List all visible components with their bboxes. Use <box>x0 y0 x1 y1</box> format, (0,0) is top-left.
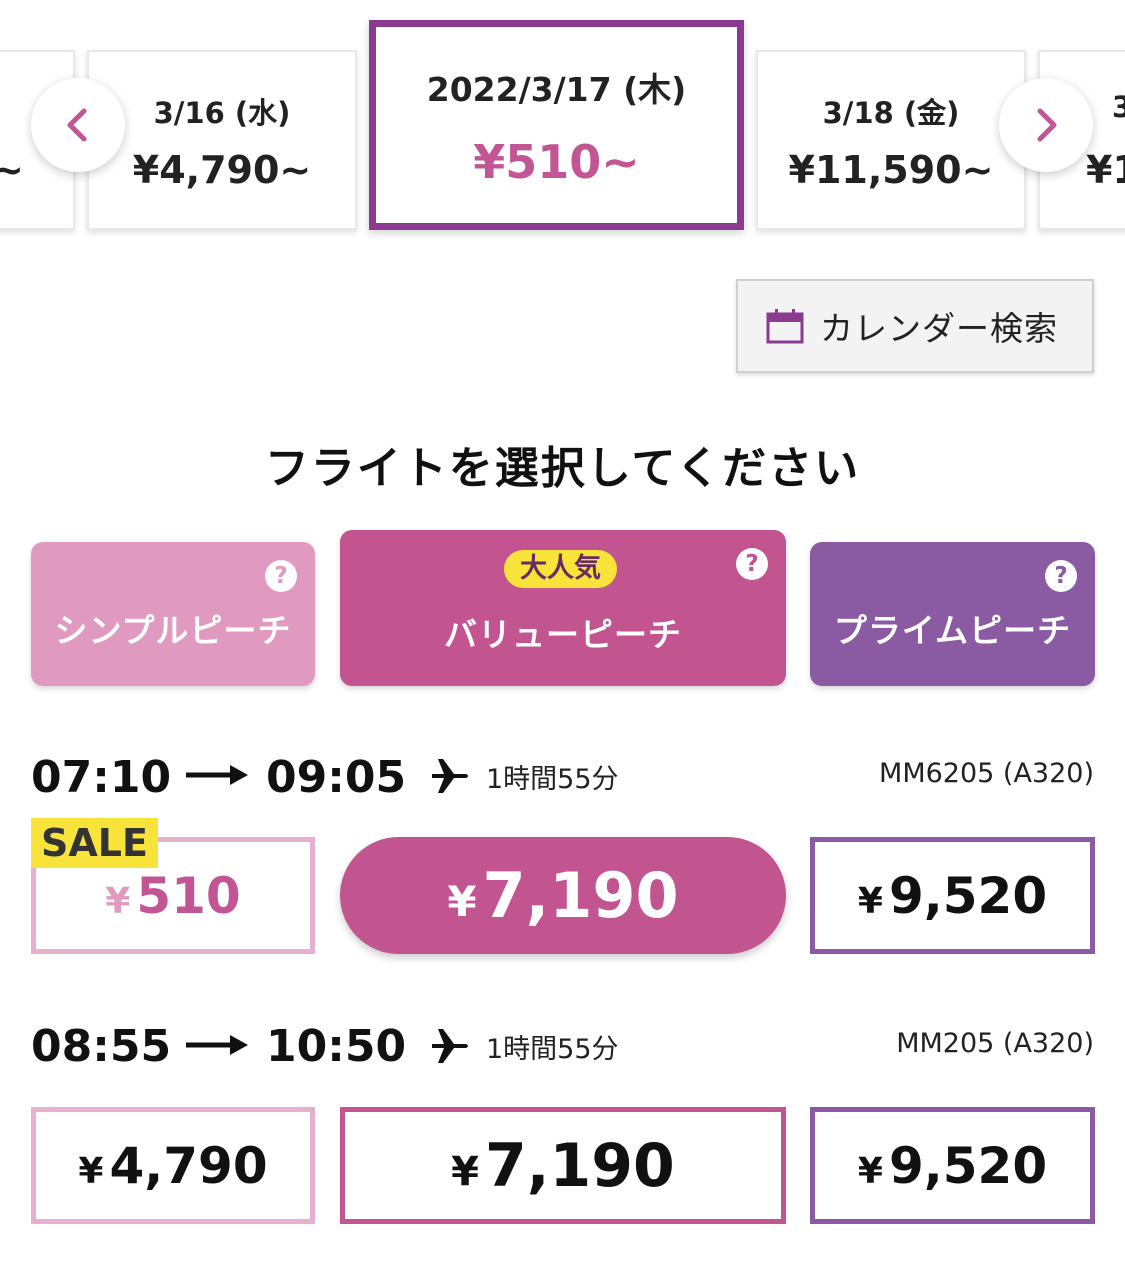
flight-duration: 1時間55分 <box>486 764 619 795</box>
price-prime-peach[interactable]: ¥9,520 <box>810 1107 1095 1224</box>
tab-simple-peach[interactable]: ? シンプルピーチ <box>31 542 315 686</box>
price-value-peach[interactable]: ¥7,190 <box>340 1107 786 1224</box>
help-icon[interactable]: ? <box>736 548 768 580</box>
arrow-right-icon <box>186 763 248 791</box>
yen-symbol: ¥ <box>857 881 883 922</box>
tab-prime-peach[interactable]: ? プライムピーチ <box>810 542 1095 686</box>
depart-time: 08:55 <box>31 1021 172 1072</box>
arrow-right-icon <box>186 1033 248 1061</box>
prev-date-button[interactable] <box>31 78 125 172</box>
help-icon[interactable]: ? <box>1045 560 1077 592</box>
calendar-search-button[interactable]: カレンダー検索 <box>736 279 1094 373</box>
yen-symbol: ¥ <box>447 877 477 926</box>
calendar-icon <box>766 309 804 344</box>
date-label: 3/16 (水) <box>153 96 291 130</box>
page-title: フライトを選択してください <box>264 443 861 494</box>
tab-label: バリューピーチ <box>444 615 682 654</box>
date-card-3-16[interactable]: 3/16 (水) ¥4,790~ <box>87 50 357 230</box>
yen-symbol: ¥ <box>105 881 131 922</box>
date-price: ¥4,790~ <box>132 148 312 192</box>
depart-time: 07:10 <box>31 752 172 803</box>
date-price: ¥11,590~ <box>788 148 994 192</box>
tab-label: シンプルピーチ <box>54 611 292 650</box>
yen-symbol: ¥ <box>857 1151 883 1192</box>
flight-number: MM6205 (A320) <box>879 758 1094 789</box>
popular-badge: 大人気 <box>504 550 617 588</box>
yen-symbol: ¥ <box>78 1151 104 1192</box>
sale-badge: SALE <box>31 818 158 868</box>
date-price: ¥510~ <box>473 135 640 189</box>
arrive-time: 10:50 <box>266 1021 407 1072</box>
price-prime-peach[interactable]: ¥9,520 <box>810 837 1095 954</box>
flight-number: MM205 (A320) <box>896 1028 1094 1059</box>
calendar-search-label: カレンダー検索 <box>820 309 1058 348</box>
tab-value-peach[interactable]: 大人気 ? バリューピーチ <box>340 530 786 686</box>
date-label: 3/18 (金) <box>822 96 960 130</box>
next-date-button[interactable] <box>999 78 1093 172</box>
airplane-icon <box>430 1027 470 1069</box>
yen-symbol: ¥ <box>451 1148 480 1195</box>
price-value: 7,190 <box>482 859 679 932</box>
help-icon[interactable]: ? <box>265 560 297 592</box>
date-label: 2022/3/17 (木) <box>426 70 687 109</box>
arrive-time: 09:05 <box>266 752 407 803</box>
chevron-right-icon <box>1037 108 1057 142</box>
price-value-peach-selected[interactable]: ¥7,190 <box>340 837 786 954</box>
date-card-selected[interactable]: 2022/3/17 (木) ¥510~ <box>369 20 744 230</box>
price-simple-peach[interactable]: ¥4,790 <box>31 1107 315 1224</box>
price-value: 7,190 <box>485 1130 675 1201</box>
chevron-left-icon <box>67 108 87 142</box>
tab-label: プライムピーチ <box>833 611 1072 650</box>
price-value: 510 <box>136 866 241 925</box>
price-value: 9,520 <box>888 1136 1048 1195</box>
price-value: 9,520 <box>888 866 1048 925</box>
airplane-icon <box>430 757 470 799</box>
price-value: 4,790 <box>109 1136 268 1195</box>
date-card-3-18[interactable]: 3/18 (金) ¥11,590~ <box>756 50 1026 230</box>
flight-duration: 1時間55分 <box>486 1034 619 1065</box>
